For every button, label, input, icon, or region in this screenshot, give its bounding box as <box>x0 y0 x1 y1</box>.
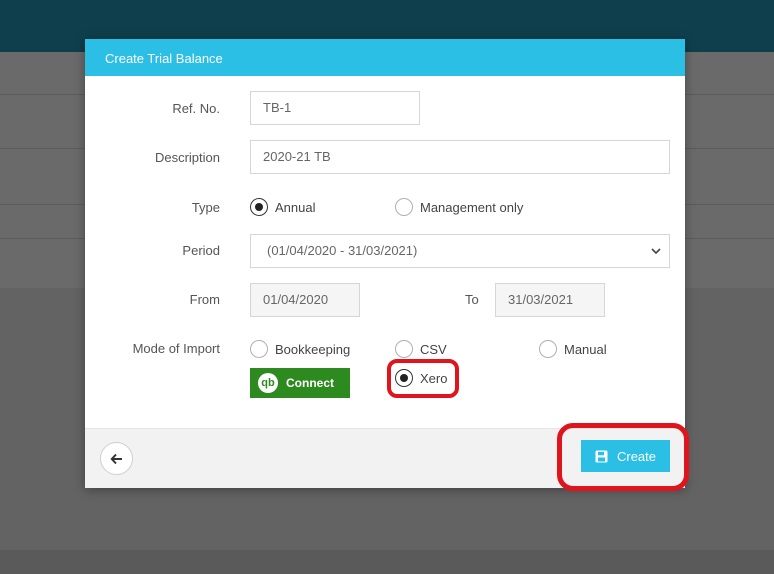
type-management-radio[interactable]: Management only <box>395 198 523 216</box>
quickbooks-connect-label: Connect <box>286 376 334 390</box>
import-bookkeeping-label: Bookkeeping <box>275 341 351 357</box>
radio-selected-icon <box>250 198 268 216</box>
import-manual-label: Manual <box>564 341 607 357</box>
type-management-label: Management only <box>420 199 524 215</box>
from-date-input[interactable]: 01/04/2020 <box>250 283 360 317</box>
radio-unselected-icon <box>395 198 413 216</box>
import-manual-radio[interactable]: Manual <box>539 340 607 358</box>
create-highlight-annotation <box>557 423 689 491</box>
radio-unselected-icon <box>250 340 268 358</box>
import-csv-radio[interactable]: CSV <box>395 340 447 358</box>
xero-highlight-annotation <box>387 359 459 398</box>
quickbooks-connect-button[interactable]: qb Connect <box>250 368 350 398</box>
create-trial-balance-modal: Create Trial Balance Ref. No. TB-1 Descr… <box>85 39 689 491</box>
period-label: Period <box>182 243 220 258</box>
period-value: (01/04/2020 - 31/03/2021) <box>267 243 418 258</box>
import-bookkeeping-radio[interactable]: Bookkeeping <box>250 340 350 358</box>
qb-logo-icon: qb <box>258 373 278 393</box>
period-select[interactable]: (01/04/2020 - 31/03/2021) <box>250 234 670 268</box>
type-label: Type <box>191 200 220 215</box>
modal-title: Create Trial Balance <box>85 39 685 76</box>
back-arrow-icon <box>109 453 122 464</box>
chevron-down-icon <box>651 248 661 255</box>
description-input[interactable]: 2020-21 TB <box>250 140 670 174</box>
to-date-input[interactable]: 31/03/2021 <box>495 283 605 317</box>
from-label: From <box>189 292 220 307</box>
type-annual-label: Annual <box>275 199 316 215</box>
radio-unselected-icon <box>539 340 557 358</box>
background-bottom <box>0 550 774 574</box>
radio-unselected-icon <box>395 340 413 358</box>
type-annual-radio[interactable]: Annual <box>250 198 315 216</box>
import-csv-label: CSV <box>420 341 447 357</box>
ref-no-label: Ref. No. <box>172 101 220 116</box>
mode-of-import-label: Mode of Import <box>132 341 220 356</box>
description-label: Description <box>154 150 220 165</box>
back-button[interactable] <box>100 442 133 475</box>
to-label: To <box>465 292 479 307</box>
ref-no-input[interactable]: TB-1 <box>250 91 420 125</box>
